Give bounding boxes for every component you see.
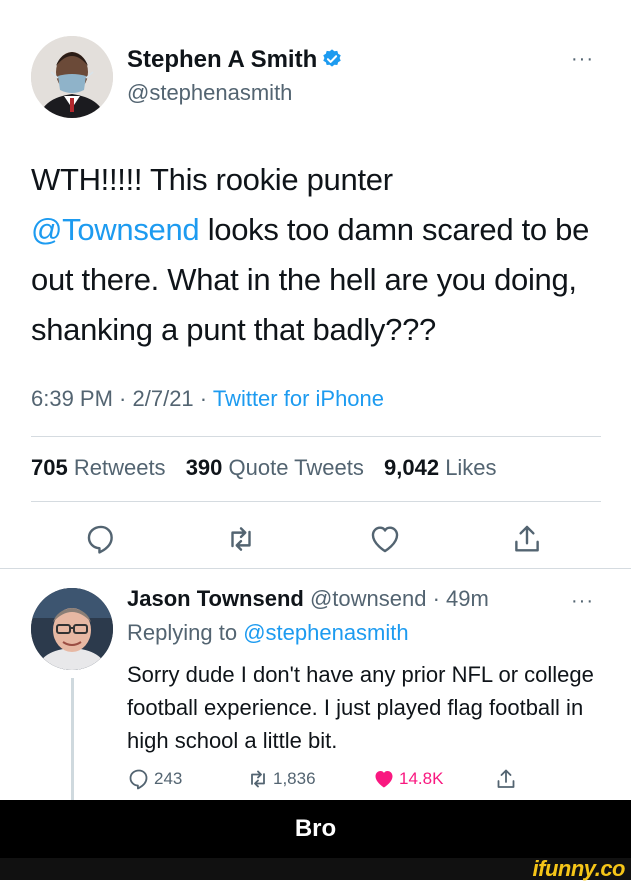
quote-tweets-label: Quote Tweets	[228, 455, 364, 480]
meta-separator: ·	[112, 386, 133, 411]
meta-separator: ·	[193, 386, 213, 411]
replying-to-label: Replying to	[127, 620, 238, 645]
retweet-icon	[251, 770, 265, 788]
more-options-icon[interactable]: ···	[571, 48, 594, 71]
tweet-text-before-mention: WTH!!!!! This rookie punter	[31, 162, 393, 197]
replying-to-handle[interactable]: @stephenasmith	[243, 620, 408, 645]
tweet-meta: 6:39 PM · 2/7/21 · Twitter for iPhone	[31, 386, 384, 412]
avatar-photo	[31, 36, 113, 118]
reply-reply-button[interactable]: 243	[127, 764, 182, 794]
replying-to: Replying to @stephenasmith	[127, 620, 409, 646]
likes-label: Likes	[445, 455, 497, 480]
tweet-time[interactable]: 6:39 PM	[31, 386, 113, 411]
share-button[interactable]	[510, 522, 544, 561]
like-icon	[371, 526, 399, 553]
like-button[interactable]	[368, 522, 402, 561]
reply-header: Jason Townsend @townsend · 49m	[127, 586, 489, 612]
liked-heart-icon	[375, 771, 393, 788]
likes-count: 9,042	[384, 455, 440, 480]
likes-stat[interactable]: 9,042 Likes	[384, 455, 497, 480]
retweets-count: 705	[31, 455, 68, 480]
retweets-stat[interactable]: 705 Retweets	[31, 455, 166, 480]
author-name-text: Stephen A Smith	[127, 46, 318, 73]
like-count: 14.8K	[399, 769, 444, 788]
divider	[31, 501, 601, 502]
reply-author-avatar[interactable]	[31, 588, 113, 670]
reply-text: Sorry dude I don't have any prior NFL or…	[127, 662, 594, 753]
tweet-source-link[interactable]: Twitter for iPhone	[213, 386, 384, 411]
reply-author-name[interactable]: Jason Townsend	[127, 586, 304, 611]
retweet-count: 1,836	[273, 769, 316, 788]
reply-icon	[129, 769, 148, 790]
author-avatar[interactable]	[31, 36, 113, 118]
verified-badge-icon	[323, 49, 341, 67]
share-icon	[497, 769, 515, 788]
quote-tweets-count: 390	[185, 455, 223, 480]
share-icon	[515, 525, 539, 552]
reply-share-button[interactable]	[494, 764, 521, 794]
tweet-date[interactable]: 2/7/21	[133, 386, 194, 411]
retweet-icon	[231, 527, 251, 551]
reply-retweet-button[interactable]: 1,836	[246, 764, 316, 794]
meme-caption: Bro	[0, 800, 631, 858]
reply-more-options-icon[interactable]: ···	[571, 590, 594, 613]
reply-like-button[interactable]: 14.8K	[372, 764, 443, 794]
author-handle[interactable]: @stephenasmith	[127, 80, 292, 106]
engagement-stats: 705 Retweets 390 Quote Tweets 9,042 Like…	[31, 455, 497, 481]
avatar-photo	[31, 588, 113, 670]
divider	[31, 436, 601, 437]
thread-line	[71, 678, 74, 800]
retweet-button[interactable]	[224, 522, 258, 561]
reply-icon	[87, 525, 113, 554]
reply-time[interactable]: 49m	[446, 586, 489, 611]
mention-link[interactable]: @Townsend	[31, 212, 200, 247]
reply-button[interactable]	[84, 522, 118, 561]
reply-count: 243	[154, 769, 183, 788]
retweets-label: Retweets	[73, 455, 166, 480]
author-name[interactable]: Stephen A Smith	[127, 46, 343, 74]
ifunny-watermark: ifunny.co	[532, 856, 626, 881]
reply-separator: ·	[426, 586, 447, 611]
tweet-text: WTH!!!!! This rookie punter @Townsend loo…	[31, 155, 606, 355]
reply-author-handle[interactable]: @townsend	[310, 586, 427, 611]
quote-tweets-stat[interactable]: 390 Quote Tweets	[186, 455, 364, 480]
divider	[0, 568, 631, 569]
